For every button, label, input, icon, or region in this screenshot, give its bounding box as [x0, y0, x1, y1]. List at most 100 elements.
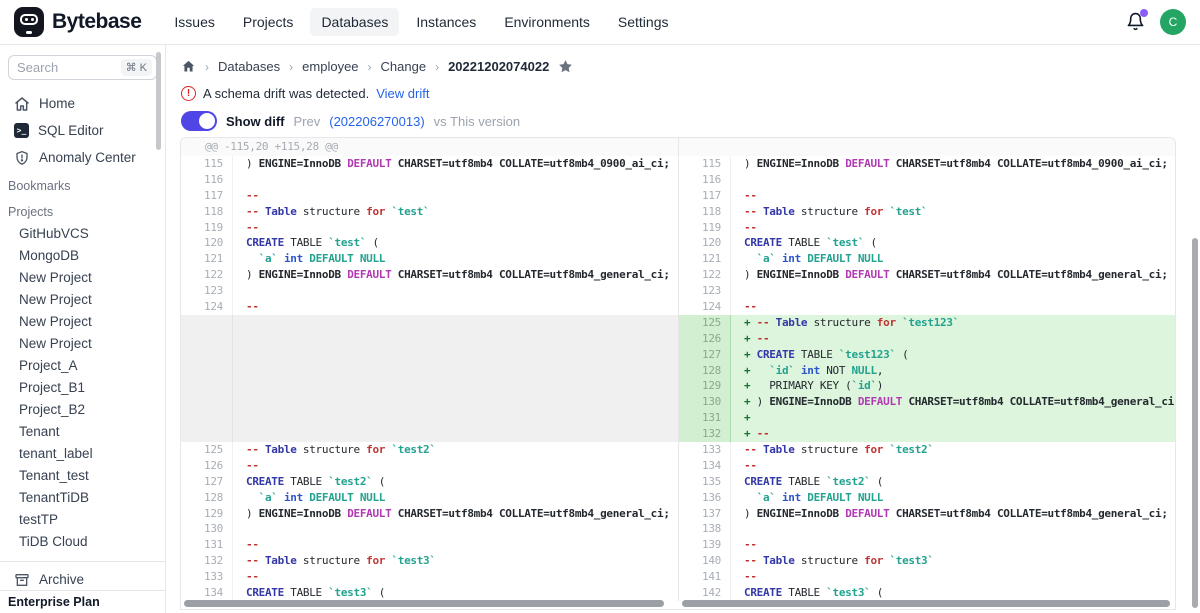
line-number: 123	[181, 283, 233, 299]
breadcrumb-separator: ›	[205, 60, 209, 74]
plan-label[interactable]: Enterprise Plan	[0, 590, 165, 613]
alert-icon: !	[181, 86, 196, 101]
line-number	[181, 394, 233, 410]
code-line: ) ENGINE=InnoDB DEFAULT CHARSET=utf8mb4 …	[233, 267, 678, 283]
diff-row: 118-- Table structure for `test`	[679, 204, 1175, 220]
line-number: 120	[181, 235, 233, 251]
nav-item-databases[interactable]: Databases	[310, 8, 399, 36]
breadcrumb-employee[interactable]: employee	[302, 59, 358, 74]
sidebar-project-project-a[interactable]: Project_A	[0, 355, 165, 377]
diff-row: 142CREATE TABLE `test3` (	[679, 585, 1175, 601]
line-number: 127	[679, 347, 731, 363]
sidebar-project-tenant-label[interactable]: tenant_label	[0, 443, 165, 465]
line-number: 122	[679, 267, 731, 283]
code-line	[233, 378, 678, 394]
diff-right-pane: 115) ENGINE=InnoDB DEFAULT CHARSET=utf8m…	[678, 138, 1175, 601]
diff-row: 125-- Table structure for `test2`	[181, 442, 678, 458]
sidebar-project-project-b1[interactable]: Project_B1	[0, 377, 165, 399]
diff-toolbar: Show diff Prev (202206270013) vs This ve…	[181, 111, 520, 131]
avatar[interactable]: C	[1160, 9, 1186, 35]
breadcrumb-version: 20221202074022	[448, 59, 549, 74]
nav-item-projects[interactable]: Projects	[232, 8, 305, 36]
diff-row: 124--	[679, 299, 1175, 315]
sidebar-item-archive[interactable]: Archive	[0, 566, 165, 593]
sidebar-project-new-project[interactable]: New Project	[0, 289, 165, 311]
line-number: 131	[679, 410, 731, 426]
diff-row: 117--	[181, 188, 678, 204]
diff-row: 126--	[181, 458, 678, 474]
sidebar-item-anomaly-center[interactable]: Anomaly Center	[0, 144, 165, 171]
sidebar-section-bookmarks: Bookmarks	[0, 175, 165, 197]
code-line: CREATE TABLE `test` (	[731, 235, 1175, 251]
sidebar-project-tenanttidb[interactable]: TenantTiDB	[0, 487, 165, 509]
nav-item-settings[interactable]: Settings	[607, 8, 680, 36]
line-number: 118	[181, 204, 233, 220]
sidebar-project-testtp[interactable]: testTP	[0, 509, 165, 531]
code-line	[233, 521, 678, 537]
bookmark-star-icon[interactable]	[558, 59, 573, 74]
diff-left-hscrollbar[interactable]	[184, 600, 664, 607]
sidebar-project-new-project[interactable]: New Project	[0, 333, 165, 355]
sidebar-scrollbar[interactable]	[156, 52, 161, 150]
sidebar-project-tidb-cloud[interactable]: TiDB Cloud	[0, 531, 165, 553]
nav-item-environments[interactable]: Environments	[493, 8, 601, 36]
code-line: --	[233, 299, 678, 315]
sidebar-project-mongodb[interactable]: MongoDB	[0, 245, 165, 267]
view-drift-link[interactable]: View drift	[376, 86, 429, 101]
show-diff-toggle[interactable]	[181, 111, 217, 131]
sidebar-item-sql-editor[interactable]: >_ SQL Editor	[0, 117, 165, 144]
home-icon	[14, 96, 30, 112]
breadcrumb-databases[interactable]: Databases	[218, 59, 280, 74]
sidebar-project-githubvcs[interactable]: GitHubVCS	[0, 223, 165, 245]
line-number: 140	[679, 553, 731, 569]
code-line: + --	[731, 331, 1175, 347]
diff-row: 120CREATE TABLE `test` (	[679, 235, 1175, 251]
sidebar-project-tenant[interactable]: Tenant	[0, 421, 165, 443]
sidebar-project-new-project[interactable]: New Project	[0, 311, 165, 333]
sidebar-project-project-b2[interactable]: Project_B2	[0, 399, 165, 421]
diff-row: 117--	[679, 188, 1175, 204]
line-number: 119	[181, 220, 233, 236]
line-number: 120	[679, 235, 731, 251]
diff-row: 141--	[679, 569, 1175, 585]
line-number: 119	[679, 220, 731, 236]
diff-row: 136 `a` int DEFAULT NULL	[679, 490, 1175, 506]
code-line: `a` int DEFAULT NULL	[731, 490, 1175, 506]
sidebar-projects-list: GitHubVCSMongoDBNew ProjectNew ProjectNe…	[0, 223, 165, 553]
sidebar-item-label: SQL Editor	[38, 123, 104, 138]
breadcrumb-change[interactable]: Change	[381, 59, 427, 74]
diff-row: 130+ ) ENGINE=InnoDB DEFAULT CHARSET=utf…	[679, 394, 1175, 410]
line-number: 126	[181, 458, 233, 474]
diff-right-hscrollbar[interactable]	[682, 600, 1170, 607]
diff-row: 137) ENGINE=InnoDB DEFAULT CHARSET=utf8m…	[679, 506, 1175, 522]
nav-item-instances[interactable]: Instances	[405, 8, 487, 36]
sidebar-project-new-project[interactable]: New Project	[0, 267, 165, 289]
top-navbar: Bytebase IssuesProjectsDatabasesInstance…	[0, 0, 1200, 45]
line-number: 131	[181, 537, 233, 553]
home-breadcrumb-icon[interactable]	[181, 59, 196, 74]
sidebar-item-home[interactable]: Home	[0, 90, 165, 117]
notifications-bell-icon[interactable]	[1126, 12, 1146, 32]
prev-version-link[interactable]: (202206270013)	[329, 114, 424, 129]
diff-row: 121 `a` int DEFAULT NULL	[679, 251, 1175, 267]
code-line: --	[731, 220, 1175, 236]
line-number: 134	[181, 585, 233, 601]
alert-message: A schema drift was detected.	[203, 86, 369, 101]
line-number: 123	[679, 283, 731, 299]
main-content: › Databases › employee › Change › 202212…	[166, 45, 1200, 613]
breadcrumb-separator: ›	[289, 60, 293, 74]
sidebar-project-tenant-test[interactable]: Tenant_test	[0, 465, 165, 487]
code-line	[233, 331, 678, 347]
code-line: ) ENGINE=InnoDB DEFAULT CHARSET=utf8mb4 …	[233, 506, 678, 522]
diff-row: 123	[181, 283, 678, 299]
code-line: ) ENGINE=InnoDB DEFAULT CHARSET=utf8mb4 …	[731, 267, 1175, 283]
page-scrollbar[interactable]	[1192, 238, 1198, 608]
nav-item-issues[interactable]: Issues	[163, 8, 225, 36]
code-line: ) ENGINE=InnoDB DEFAULT CHARSET=utf8mb4 …	[233, 156, 678, 172]
code-line: -- Table structure for `test2`	[233, 442, 678, 458]
code-line: + -- Table structure for `test123`	[731, 315, 1175, 331]
sidebar-divider	[0, 561, 165, 562]
bytebase-logo[interactable]: Bytebase	[14, 7, 141, 37]
diff-row: 116	[181, 172, 678, 188]
search-input[interactable]: Search ⌘ K	[8, 55, 157, 80]
